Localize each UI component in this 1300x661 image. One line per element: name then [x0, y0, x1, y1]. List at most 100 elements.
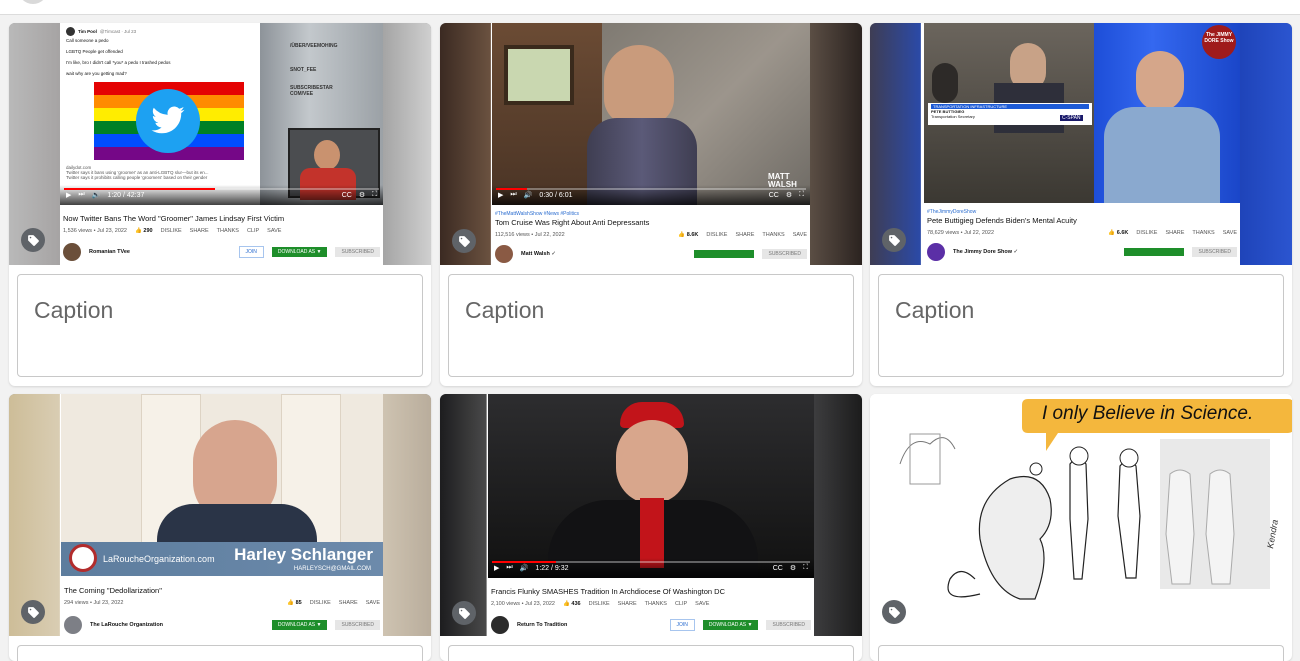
tweet-link-snippet: Twitter says it prohibits calling people…: [66, 175, 208, 180]
video-title: Francis Flunky SMASHES Tradition In Arch…: [491, 587, 725, 596]
meme-thumbnail[interactable]: LaRoucheOrganization.com Harley Schlange…: [9, 394, 431, 636]
save-label: SAVE: [1222, 230, 1237, 236]
screenshot-image: LaRoucheOrganization.com Harley Schlange…: [61, 394, 383, 636]
video-hashtags: #TheMattWalshShow #News #Politics: [495, 211, 580, 217]
download-button: DOWNLOAD AS ▼: [271, 620, 328, 630]
caption-field[interactable]: [878, 645, 1284, 661]
play-icon[interactable]: ▶: [498, 191, 503, 199]
subscribed-button: SUBSCRIBED: [335, 247, 380, 257]
wall-label: /ÜBER/VEEMOHING: [290, 43, 338, 49]
captions-icon[interactable]: CC: [773, 565, 783, 572]
join-button: JOIN: [238, 246, 264, 258]
tweet-handle: @Timcast · Jul 23: [99, 29, 137, 34]
next-icon[interactable]: ⏭: [506, 564, 512, 572]
likes-count: 👍 8.6K: [678, 232, 699, 238]
wall-label: SNOT_FEE: [290, 67, 317, 73]
save-label: SAVE: [365, 600, 380, 606]
network-label: C-SPAN: [1060, 115, 1083, 121]
meme-thumbnail[interactable]: I only Believe in Science. Kendra: [870, 394, 1292, 636]
likes-count: 👍 6.6K: [1108, 230, 1129, 236]
video-title: Pete Buttigieg Defends Biden's Mental Ac…: [927, 216, 1077, 225]
likes-count: 👍 436: [563, 601, 581, 607]
video-hashtags: #TheJimmyDoreShow: [927, 209, 977, 215]
next-icon[interactable]: ⏭: [510, 191, 516, 199]
tag-icon[interactable]: [21, 600, 45, 624]
user-avatar[interactable]: [18, 0, 48, 4]
screenshot-image: TRANSPORTATION INFRASTRUCTURE PETE BUTTI…: [924, 23, 1240, 265]
meme-card-2[interactable]: MATT WALSH ▶ ⏭ 🔊 0:30 / 6:01 CC ⚙ ⛶ #Th: [440, 23, 862, 386]
video-time: 1:22 / 9:32: [535, 564, 569, 572]
save-label: SAVE: [267, 228, 282, 234]
channel-avatar: [63, 243, 81, 261]
cardinal-figure: [616, 420, 688, 504]
tag-icon[interactable]: [21, 228, 45, 252]
settings-icon[interactable]: ⚙: [786, 191, 792, 199]
caption-field[interactable]: [448, 645, 854, 661]
play-icon[interactable]: ▶: [66, 191, 71, 199]
dislike-label: DISLIKE: [309, 600, 331, 606]
caption-input[interactable]: [465, 297, 837, 324]
share-label: SHARE: [338, 600, 358, 606]
share-label: SHARE: [617, 601, 637, 607]
save-label: SAVE: [792, 232, 807, 238]
share-label: SHARE: [189, 228, 209, 234]
subscribed-button: SUBSCRIBED: [762, 249, 807, 259]
meme-thumbnail[interactable]: Tim Pool @Timcast · Jul 23 Call someone …: [9, 23, 431, 265]
meme-card-4[interactable]: LaRoucheOrganization.com Harley Schlange…: [9, 394, 431, 661]
volume-icon[interactable]: 🔊: [524, 191, 533, 199]
caption-field[interactable]: [448, 274, 854, 377]
caption-input[interactable]: [34, 297, 406, 324]
share-label: SHARE: [1165, 230, 1185, 236]
caption-field[interactable]: [17, 274, 423, 377]
fullscreen-icon[interactable]: ⛶: [372, 191, 377, 199]
tag-icon[interactable]: [452, 601, 476, 625]
pride-flag-image: [94, 82, 244, 160]
dislike-label: DISLIKE: [1136, 230, 1158, 236]
likes-count: 👍 85: [287, 600, 302, 606]
captions-icon[interactable]: CC: [769, 192, 779, 199]
settings-icon[interactable]: ⚙: [790, 564, 796, 572]
fullscreen-icon[interactable]: ⛶: [799, 191, 804, 199]
meme-thumbnail[interactable]: MATT WALSH ▶ ⏭ 🔊 0:30 / 6:01 CC ⚙ ⛶ #Th: [440, 23, 862, 265]
speech-bubble-text: I only Believe in Science.: [1042, 403, 1254, 424]
meme-card-5[interactable]: ▶ ⏭ 🔊 1:22 / 9:32 CC ⚙ ⛶ Francis Flunky …: [440, 394, 862, 661]
screenshot-image: MATT WALSH ▶ ⏭ 🔊 0:30 / 6:01 CC ⚙ ⛶ #Th: [492, 23, 810, 265]
meme-card-6[interactable]: I only Believe in Science. Kendra: [870, 394, 1292, 661]
settings-icon[interactable]: ⚙: [359, 191, 365, 199]
clip-label: CLIP: [246, 228, 260, 234]
subscribed-button: SUBSCRIBED: [335, 620, 380, 630]
cartoon-drawing: [899, 399, 1292, 600]
tag-icon[interactable]: [882, 600, 906, 624]
caption-input[interactable]: [895, 297, 1267, 324]
lower-third: TRANSPORTATION INFRASTRUCTURE PETE BUTTI…: [928, 103, 1092, 125]
tweet-author: Tim Pool: [78, 29, 97, 34]
org-logo-icon: [69, 544, 97, 572]
meme-thumbnail[interactable]: ▶ ⏭ 🔊 1:22 / 9:32 CC ⚙ ⛶ Francis Flunky …: [440, 394, 862, 636]
caption-field[interactable]: [17, 645, 423, 661]
meme-card-3[interactable]: TRANSPORTATION INFRASTRUCTURE PETE BUTTI…: [870, 23, 1292, 386]
next-icon[interactable]: ⏭: [78, 191, 84, 199]
subscribed-button: SUBSCRIBED: [1192, 247, 1237, 257]
video-controls: ▶ ⏭ 🔊 0:30 / 6:01 CC ⚙ ⛶: [492, 185, 810, 205]
download-button: [1124, 248, 1185, 256]
volume-icon[interactable]: 🔊: [92, 191, 101, 199]
save-label: SAVE: [695, 601, 710, 607]
subscribed-button: SUBSCRIBED: [766, 620, 811, 630]
cartoon-image: I only Believe in Science. Kendra: [870, 394, 1292, 636]
channel-name: Matt Walsh ✓: [521, 251, 556, 257]
video-views: 1,536 views • Jul 23, 2022: [63, 228, 127, 234]
thanks-label: THANKS: [216, 228, 239, 234]
tag-icon[interactable]: [452, 229, 476, 253]
tag-icon[interactable]: [882, 228, 906, 252]
play-icon[interactable]: ▶: [494, 564, 499, 572]
volume-icon[interactable]: 🔊: [520, 564, 529, 572]
video-controls: ▶ ⏭ 🔊 1:22 / 9:32 CC ⚙ ⛶: [488, 558, 814, 578]
download-button: [694, 250, 755, 258]
captions-icon[interactable]: CC: [342, 192, 352, 199]
meme-thumbnail[interactable]: TRANSPORTATION INFRASTRUCTURE PETE BUTTI…: [870, 23, 1292, 265]
meme-card-1[interactable]: Tim Pool @Timcast · Jul 23 Call someone …: [9, 23, 431, 386]
fullscreen-icon[interactable]: ⛶: [803, 564, 808, 572]
top-bar: [0, 0, 1300, 15]
caption-field[interactable]: [878, 274, 1284, 377]
tweet-line: I'm like, bro I didn't call *you* a pedo…: [66, 60, 171, 65]
